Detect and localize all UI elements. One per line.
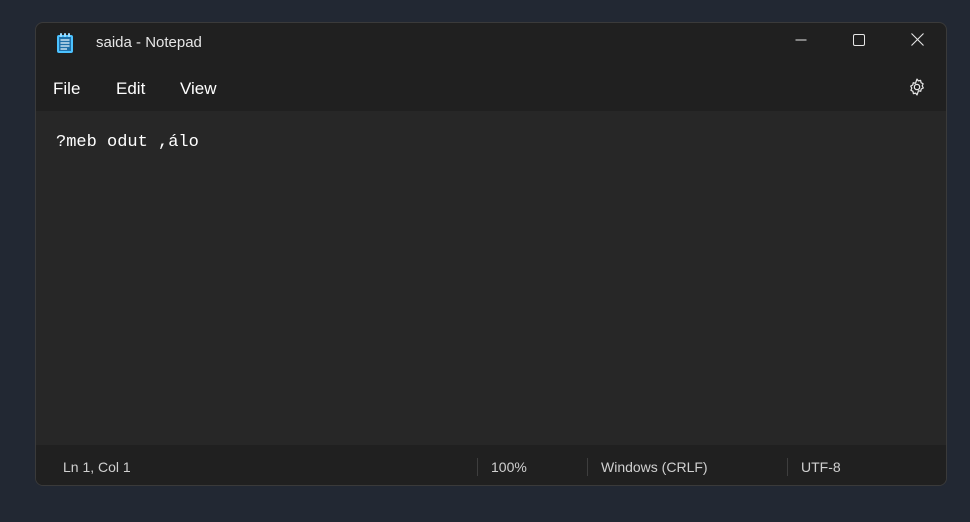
cursor-position: Ln 1, Col 1 — [63, 459, 131, 475]
maximize-icon — [853, 33, 865, 51]
settings-button[interactable] — [904, 76, 930, 102]
menu-view[interactable]: View — [178, 68, 219, 110]
encoding[interactable]: UTF-8 — [801, 445, 841, 485]
status-divider — [787, 458, 788, 476]
minimize-icon — [795, 33, 807, 51]
line-endings[interactable]: Windows (CRLF) — [601, 445, 708, 485]
maximize-button[interactable] — [830, 23, 888, 61]
status-divider — [587, 458, 588, 476]
notepad-window: saida - Notepad File Edit View ?meb odut… — [35, 22, 947, 486]
menu-edit[interactable]: Edit — [114, 68, 147, 110]
notepad-icon — [56, 32, 74, 54]
zoom-level[interactable]: 100% — [491, 445, 527, 485]
menu-file[interactable]: File — [51, 68, 82, 110]
minimize-button[interactable] — [772, 23, 830, 61]
status-divider — [477, 458, 478, 476]
status-bar: Ln 1, Col 1 100% Windows (CRLF) UTF-8 — [36, 445, 946, 485]
gear-icon — [907, 77, 927, 102]
title-bar[interactable]: saida - Notepad — [36, 23, 946, 65]
editor-content[interactable]: ?meb odut ,álo — [56, 131, 199, 155]
text-editor[interactable]: ?meb odut ,álo — [36, 111, 946, 445]
window-title: saida - Notepad — [96, 34, 202, 51]
close-icon — [910, 33, 924, 51]
close-button[interactable] — [888, 23, 946, 61]
menu-bar: File Edit View — [36, 68, 946, 110]
